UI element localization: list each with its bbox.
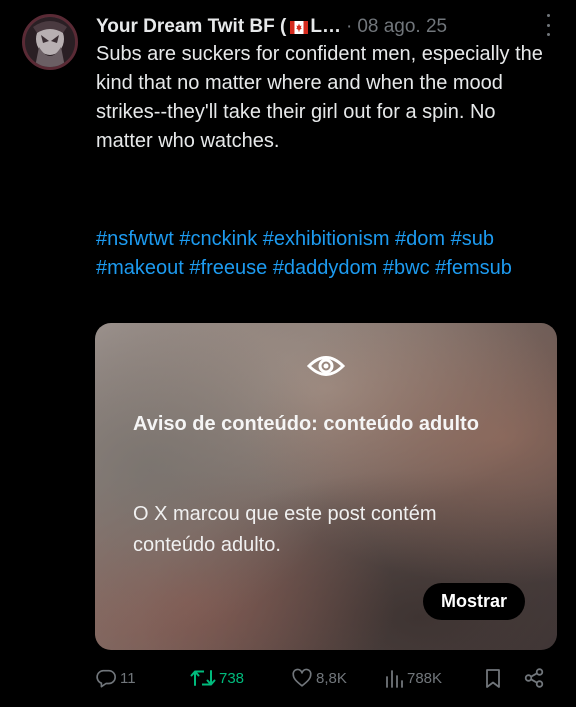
bookmark-button[interactable] bbox=[483, 664, 503, 692]
post-timestamp[interactable]: 08 ago. 25 bbox=[357, 16, 447, 38]
bookmark-icon bbox=[486, 669, 500, 688]
repost-icon bbox=[190, 670, 216, 686]
avatar[interactable] bbox=[22, 14, 78, 70]
more-options-icon[interactable] bbox=[538, 14, 558, 36]
author-display-name[interactable]: Your Dream Twit BF ( bbox=[96, 16, 286, 38]
views-button[interactable]: 788K bbox=[384, 664, 442, 692]
show-content-button[interactable]: Mostrar bbox=[422, 583, 525, 620]
content-warning-body: O X marcou que este post contém conteúdo… bbox=[133, 503, 437, 556]
post: Your Dream Twit BF ( L… · 08 ago. 25 Sub… bbox=[0, 0, 576, 707]
hashtag-link[interactable]: #nsfwtwt bbox=[96, 228, 174, 250]
hashtag-link[interactable]: #makeout bbox=[96, 257, 184, 279]
reply-count: 11 bbox=[120, 669, 136, 687]
hashtag-link[interactable]: #bwc bbox=[383, 257, 430, 279]
views-count: 788K bbox=[407, 669, 443, 687]
views-icon bbox=[386, 670, 403, 688]
post-actions: 11 738 8,8K 788K bbox=[95, 664, 560, 692]
hashtag-link[interactable]: #sub bbox=[451, 228, 494, 250]
canada-flag-icon bbox=[290, 20, 309, 34]
sensitive-media-card[interactable]: Aviso de conteúdo: conteúdo adulto O X m… bbox=[95, 323, 557, 650]
header-separator: · bbox=[345, 16, 353, 37]
share-button[interactable] bbox=[523, 664, 545, 692]
post-header: Your Dream Twit BF ( L… · 08 ago. 25 bbox=[96, 12, 556, 42]
reply-button[interactable]: 11 bbox=[95, 664, 136, 692]
hashtag-link[interactable]: #femsub bbox=[435, 257, 512, 279]
hashtag-list: #nsfwtwt #cnckink #exhibitionism #dom #s… bbox=[96, 225, 546, 283]
eye-icon bbox=[307, 356, 345, 376]
repost-count: 738 bbox=[219, 669, 245, 687]
avatar-image bbox=[25, 17, 75, 67]
reply-icon bbox=[96, 669, 116, 688]
post-text: Subs are suckers for confident men, espe… bbox=[96, 43, 543, 152]
hashtag-link[interactable]: #exhibitionism bbox=[263, 228, 390, 250]
like-button[interactable]: 8,8K bbox=[291, 664, 347, 692]
hashtag-link[interactable]: #freeuse bbox=[189, 257, 267, 279]
hashtag-link[interactable]: #daddydom bbox=[273, 257, 378, 279]
repost-button[interactable]: 738 bbox=[190, 664, 244, 692]
content-warning-title: Aviso de conteúdo: conteúdo adulto bbox=[133, 413, 479, 435]
like-count: 8,8K bbox=[316, 669, 347, 687]
hashtag-link[interactable]: #cnckink bbox=[179, 228, 257, 250]
hashtag-link[interactable]: #dom bbox=[395, 228, 445, 250]
author-name-truncated[interactable]: L… bbox=[310, 16, 341, 38]
share-icon bbox=[524, 668, 544, 688]
heart-icon bbox=[292, 668, 312, 687]
